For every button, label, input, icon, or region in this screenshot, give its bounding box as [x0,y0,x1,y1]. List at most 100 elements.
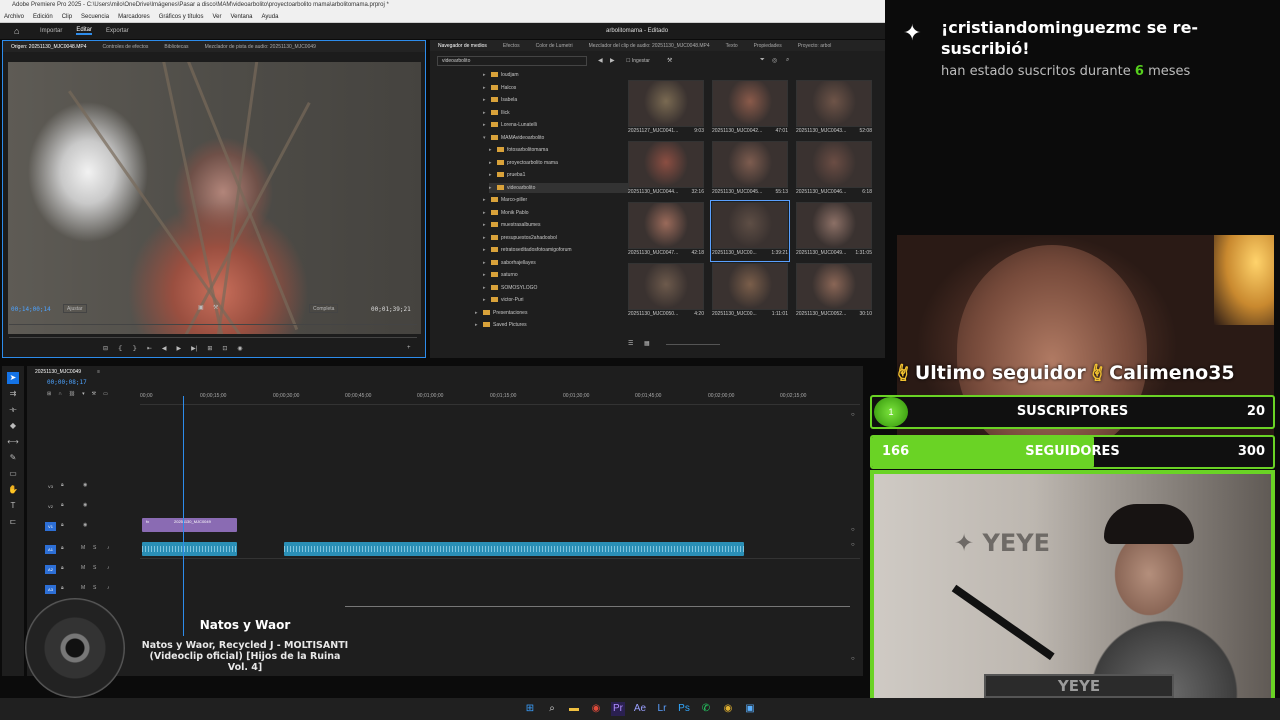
back-icon[interactable]: ◀ [598,57,603,64]
add-button-icon[interactable]: + [407,345,411,351]
track-v2[interactable]: V2 🔒︎ ◉ [45,500,135,514]
source-scrubber[interactable] [9,324,417,325]
view-icon[interactable]: ◎ [772,57,777,64]
tab-media-browser[interactable]: Navegador de medios [430,43,495,49]
caption-icon[interactable]: ⊏ [7,516,19,528]
lock-icon[interactable]: 🔒︎ [61,545,64,551]
eye-icon[interactable]: ◉ [83,482,87,488]
captions-icon[interactable]: ▭ [103,391,108,397]
chevron-right-icon[interactable]: ▸ [483,220,491,230]
source-video-frame[interactable] [8,62,421,334]
thumbnail-size-slider[interactable] [666,344,720,345]
selection-tool-icon[interactable]: ➤ [7,372,19,384]
photoshop-icon[interactable]: Ps [677,702,691,716]
mute-icon[interactable]: M [81,585,85,591]
tab-project[interactable]: Proyecto: arbol [790,43,840,49]
razor-icon[interactable]: ◆ [7,420,19,432]
lightroom-icon[interactable]: Lr [655,702,669,716]
mic-icon[interactable]: ♪ [107,585,110,591]
chrome-icon[interactable]: ◉ [589,702,603,716]
folder-path-dropdown[interactable]: videoarbolito [437,56,587,66]
linked-icon[interactable]: ⛓ [69,391,75,397]
mark-in-icon[interactable]: ⦃ [118,345,122,352]
mute-icon[interactable]: M [81,565,85,571]
track-v1[interactable]: V1 🔒︎ ◉ [45,520,135,534]
tab-audio-mixer[interactable]: Mezclador de pista de audio: 20251130_MJ… [197,44,324,50]
clip-thumbnail[interactable]: 20251130_MJC0044... 32:16 [628,141,704,199]
fit-dropdown[interactable]: Ajustar [63,304,87,313]
menu-clip[interactable]: Clip [62,11,72,22]
track-a3[interactable]: A3 🔒︎ M S ♪ [45,583,135,597]
menu-secuencia[interactable]: Secuencia [81,11,109,22]
rectangle-icon[interactable]: ▭ [7,468,19,480]
settings-icon[interactable]: ▣ [198,304,204,311]
tab-properties[interactable]: Propiedades [746,43,790,49]
list-view-icon[interactable]: ☰ [628,340,633,347]
solo-icon[interactable]: S [93,585,96,591]
workspace-import[interactable]: Importar [40,28,62,34]
folder-item[interactable]: ▸ loudjam [483,70,623,80]
timeline-scrollbar[interactable] [345,606,850,607]
chevron-right-icon[interactable]: ▸ [483,233,491,243]
ripple-edit-icon[interactable]: ⟛ [7,404,19,416]
frame-forward-icon[interactable]: ▶| [191,345,197,352]
folder-item[interactable]: ▸ prueba1 [489,170,629,180]
marker-add-icon[interactable]: ▾ [82,391,85,397]
folder-item[interactable]: ▸ SOMOSYLOGO [483,283,623,293]
clip-thumbnail[interactable]: 20251130_MJC0042... 47:01 [712,80,788,138]
search-icon[interactable]: ⌕ [786,57,789,64]
folder-item[interactable]: ▸ Monik Pablo [483,208,623,218]
chevron-down-icon[interactable]: ▾ [483,133,491,143]
tab-clip-mixer[interactable]: Mezclador del clip de audio: 20251130_MJ… [581,43,718,49]
track-select-icon[interactable]: ⇉ [7,388,19,400]
slip-icon[interactable]: ⟷ [7,436,19,448]
folder-item[interactable]: ▸ Isabela [483,95,623,105]
clip-thumbnail[interactable]: 20251130_MJC0045... 55:13 [712,141,788,199]
lock-icon[interactable]: 🔒︎ [61,482,64,488]
tab-libraries[interactable]: Bibliotecas [156,44,196,50]
menu-dots-icon[interactable]: ≡ [89,369,108,375]
lock-icon[interactable]: 🔒︎ [61,522,64,528]
tab-text[interactable]: Texto [718,43,746,49]
frame-back-icon[interactable]: ◀ [162,345,167,352]
mark-out-icon[interactable]: ⦄ [132,345,136,352]
folder-item[interactable]: ▸ proyectoarbolito mama [489,158,629,168]
folder-item[interactable]: ▸ muestrasalbumes [483,220,623,230]
folder-item[interactable]: ▸ Saved Pictures [475,320,615,330]
video-clip[interactable]: fx 20251130_MJC0049 [142,518,237,532]
clip-thumbnail[interactable]: 20251130_MJC0046... 6:18 [796,141,872,199]
folder-item[interactable]: ▸ saborhajellayes [483,258,623,268]
step-back-icon[interactable]: ⇤ [147,345,152,352]
home-icon[interactable]: ⌂ [14,25,26,37]
chevron-right-icon[interactable]: ▸ [483,295,491,305]
chevron-right-icon[interactable]: ▸ [483,70,491,80]
clip-thumbnail[interactable]: 20251130_MJC0043... 52:08 [796,80,872,138]
chrome-alt-icon[interactable]: ◉ [721,702,735,716]
source-timecode[interactable]: 00;14;00;14 [11,306,51,313]
tab-effects[interactable]: Efectos [495,43,528,49]
icon-view-icon[interactable]: ▦ [644,340,650,347]
menu-marcadores[interactable]: Marcadores [118,11,150,22]
scroll-knob-icon[interactable]: ○ [851,412,855,418]
workspace-edit[interactable]: Editar [76,27,93,35]
track-a2[interactable]: A2 🔒︎ M S ♪ [45,563,135,577]
marker-icon[interactable]: ⊟ [103,345,108,352]
chevron-right-icon[interactable]: ▸ [483,208,491,218]
wrench-icon[interactable]: ⚒ [667,57,672,64]
folder-item[interactable]: ▸ Marco-piller [483,195,623,205]
clip-thumbnail[interactable]: 20251130_MJC0050... 4:20 [628,263,704,321]
pen-icon[interactable]: ✎ [7,452,19,464]
mic-icon[interactable]: ♪ [107,545,110,551]
solo-icon[interactable]: S [93,565,96,571]
insert-icon[interactable]: ⊞ [207,345,212,352]
premiere-icon[interactable]: Pr [611,702,625,716]
audio-clip[interactable] [142,542,237,556]
nest-icon[interactable]: ⊞ [47,391,51,397]
lock-icon[interactable]: 🔒︎ [61,565,64,571]
folder-item[interactable]: ▸ saturno [483,270,623,280]
folder-item[interactable]: ▸ Lorena-Lunatelli [483,120,623,130]
file-explorer-icon[interactable]: ▬ [567,702,581,716]
tab-source[interactable]: Origen: 20251130_MJC0048.MP4 [3,44,95,50]
chevron-right-icon[interactable]: ▸ [483,120,491,130]
track-a1[interactable]: A1 🔒︎ M S ♪ [45,543,135,557]
